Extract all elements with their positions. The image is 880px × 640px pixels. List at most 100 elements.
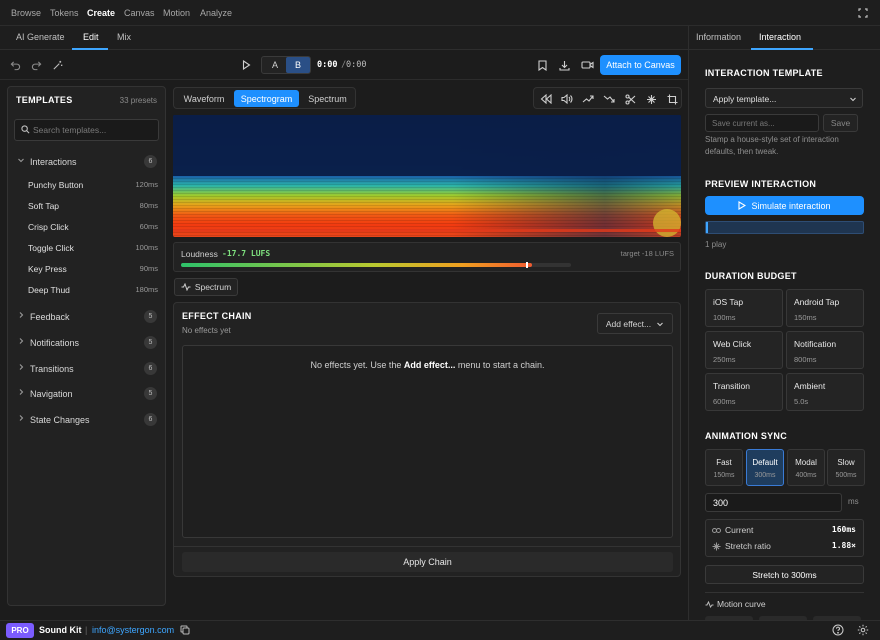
scissors-icon[interactable]: [623, 92, 637, 106]
tab-ai-generate[interactable]: AI Generate: [16, 32, 65, 42]
empty-text-bold: Add effect...: [403, 360, 456, 370]
category-navigation[interactable]: Navigation 5: [14, 385, 160, 403]
undo-icon[interactable]: [9, 59, 22, 72]
redo-icon[interactable]: [30, 59, 43, 72]
save-template-button[interactable]: Save: [823, 114, 858, 132]
template-item[interactable]: Soft Tap 80ms: [28, 199, 158, 215]
inspector-tabs: Information Interaction: [689, 26, 880, 50]
category-state-changes[interactable]: State Changes 6: [14, 411, 160, 429]
category-feedback[interactable]: Feedback 5: [14, 308, 160, 326]
budget-card[interactable]: iOS Tap 100ms: [705, 289, 783, 327]
save-template-input[interactable]: Save current as...: [705, 114, 819, 132]
sparkles-icon[interactable]: [644, 92, 658, 106]
category-label: Navigation: [30, 389, 73, 399]
loudness-track: [181, 263, 571, 267]
view-spectrum[interactable]: Spectrum: [301, 90, 354, 107]
template-help-text: Stamp a house-style set of interaction d…: [705, 135, 839, 156]
apply-template-select[interactable]: Apply template...: [705, 88, 863, 108]
view-spectrogram[interactable]: Spectrogram: [234, 90, 299, 107]
product-name: Sound Kit: [39, 625, 82, 635]
stretch-value: 1.88×: [831, 541, 856, 550]
budget-card[interactable]: Web Click 250ms: [705, 331, 783, 369]
chevron-right-icon: [17, 388, 25, 398]
nav-canvas[interactable]: Canvas: [124, 8, 155, 18]
divider: [705, 592, 864, 593]
bookmark-icon[interactable]: [536, 59, 548, 71]
sync-modal[interactable]: Modal 400ms: [787, 449, 825, 486]
nav-create[interactable]: Create: [87, 8, 115, 18]
tab-mix[interactable]: Mix: [117, 32, 131, 42]
budget-card[interactable]: Transition 600ms: [705, 373, 783, 411]
template-item[interactable]: Deep Thud 180ms: [28, 283, 158, 299]
template-search[interactable]: Search templates...: [14, 119, 159, 141]
sync-fast[interactable]: Fast 150ms: [705, 449, 743, 486]
search-icon: [21, 125, 30, 136]
interaction-template-title: INTERACTION TEMPLATE: [705, 68, 823, 78]
empty-text: No effects yet. Use the: [310, 360, 404, 370]
tab-interaction[interactable]: Interaction: [759, 32, 801, 42]
rewind-icon[interactable]: [539, 92, 553, 106]
effect-chain-panel: EFFECT CHAIN No effects yet Add effect..…: [173, 302, 681, 577]
nav-motion[interactable]: Motion: [163, 8, 190, 18]
duration-ms-unit: ms: [848, 497, 859, 506]
chevron-right-icon: [17, 311, 25, 321]
budget-card[interactable]: Ambient 5.0s: [786, 373, 864, 411]
contact-email[interactable]: info@systergon.com: [92, 625, 174, 635]
copy-icon[interactable]: [180, 625, 190, 637]
sync-default[interactable]: Default 300ms: [746, 449, 784, 486]
time-total: 0:00: [346, 60, 367, 70]
download-icon[interactable]: [558, 59, 570, 71]
template-name: Crisp Click: [28, 222, 69, 232]
loudness-target-marker: [526, 262, 528, 268]
attach-to-canvas-button[interactable]: Attach to Canvas: [600, 55, 681, 75]
fullscreen-icon[interactable]: [856, 6, 870, 20]
volume-icon[interactable]: [560, 92, 574, 106]
nav-browse[interactable]: Browse: [11, 8, 41, 18]
fade-out-icon[interactable]: [602, 92, 616, 106]
spectrum-toggle-label: Spectrum: [194, 282, 232, 292]
apply-chain-button[interactable]: Apply Chain: [182, 552, 673, 572]
compare-b-button[interactable]: B: [286, 57, 310, 73]
budget-card[interactable]: Android Tap 150ms: [786, 289, 864, 327]
video-camera-icon[interactable]: [580, 59, 594, 71]
tab-edit[interactable]: Edit: [83, 32, 99, 42]
budget-label: Web Click: [713, 339, 752, 349]
template-item[interactable]: Punchy Button 120ms: [28, 178, 158, 194]
spectrogram-view[interactable]: [173, 115, 681, 237]
sync-slow[interactable]: Slow 500ms: [827, 449, 865, 486]
sync-label: Fast: [716, 458, 732, 467]
budget-card[interactable]: Notification 800ms: [786, 331, 864, 369]
category-transitions[interactable]: Transitions 6: [14, 360, 160, 378]
crop-icon[interactable]: [665, 92, 679, 106]
view-waveform[interactable]: Waveform: [176, 90, 232, 107]
category-interactions[interactable]: Interactions 6: [14, 153, 160, 171]
chevron-down-icon: [850, 97, 856, 102]
help-icon[interactable]: [832, 624, 844, 638]
compare-a-button[interactable]: A: [263, 57, 287, 73]
magic-wand-icon[interactable]: [51, 59, 64, 72]
motion-curve-label: Motion curve: [717, 599, 766, 609]
nav-analyze[interactable]: Analyze: [200, 8, 232, 18]
nav-tokens[interactable]: Tokens: [50, 8, 79, 18]
loudness-target: target -18 LUFS: [620, 249, 674, 258]
simulate-label: Simulate interaction: [751, 200, 831, 211]
template-item[interactable]: Toggle Click 100ms: [28, 241, 158, 257]
category-count: 6: [144, 155, 157, 168]
stretch-button[interactable]: Stretch to 300ms: [705, 565, 864, 584]
template-item[interactable]: Key Press 90ms: [28, 262, 158, 278]
duration-ms-value: 300: [713, 498, 729, 508]
category-notifications[interactable]: Notifications 5: [14, 334, 160, 352]
settings-gear-icon[interactable]: [857, 624, 869, 638]
spectrum-toggle-button[interactable]: Spectrum: [174, 278, 238, 296]
tab-information[interactable]: Information: [696, 32, 741, 42]
simulate-interaction-button[interactable]: Simulate interaction: [705, 196, 864, 215]
inspector-panel: Information Interaction INTERACTION TEMP…: [688, 26, 880, 620]
duration-ms-input[interactable]: 300: [705, 493, 842, 512]
add-effect-dropdown[interactable]: Add effect...: [597, 313, 673, 334]
template-item[interactable]: Crisp Click 60ms: [28, 220, 158, 236]
play-icon[interactable]: [240, 59, 252, 71]
pro-badge: PRO: [6, 623, 34, 638]
fade-in-icon[interactable]: [581, 92, 595, 106]
chevron-right-icon: [17, 337, 25, 347]
apply-template-value: Apply template...: [713, 94, 777, 104]
